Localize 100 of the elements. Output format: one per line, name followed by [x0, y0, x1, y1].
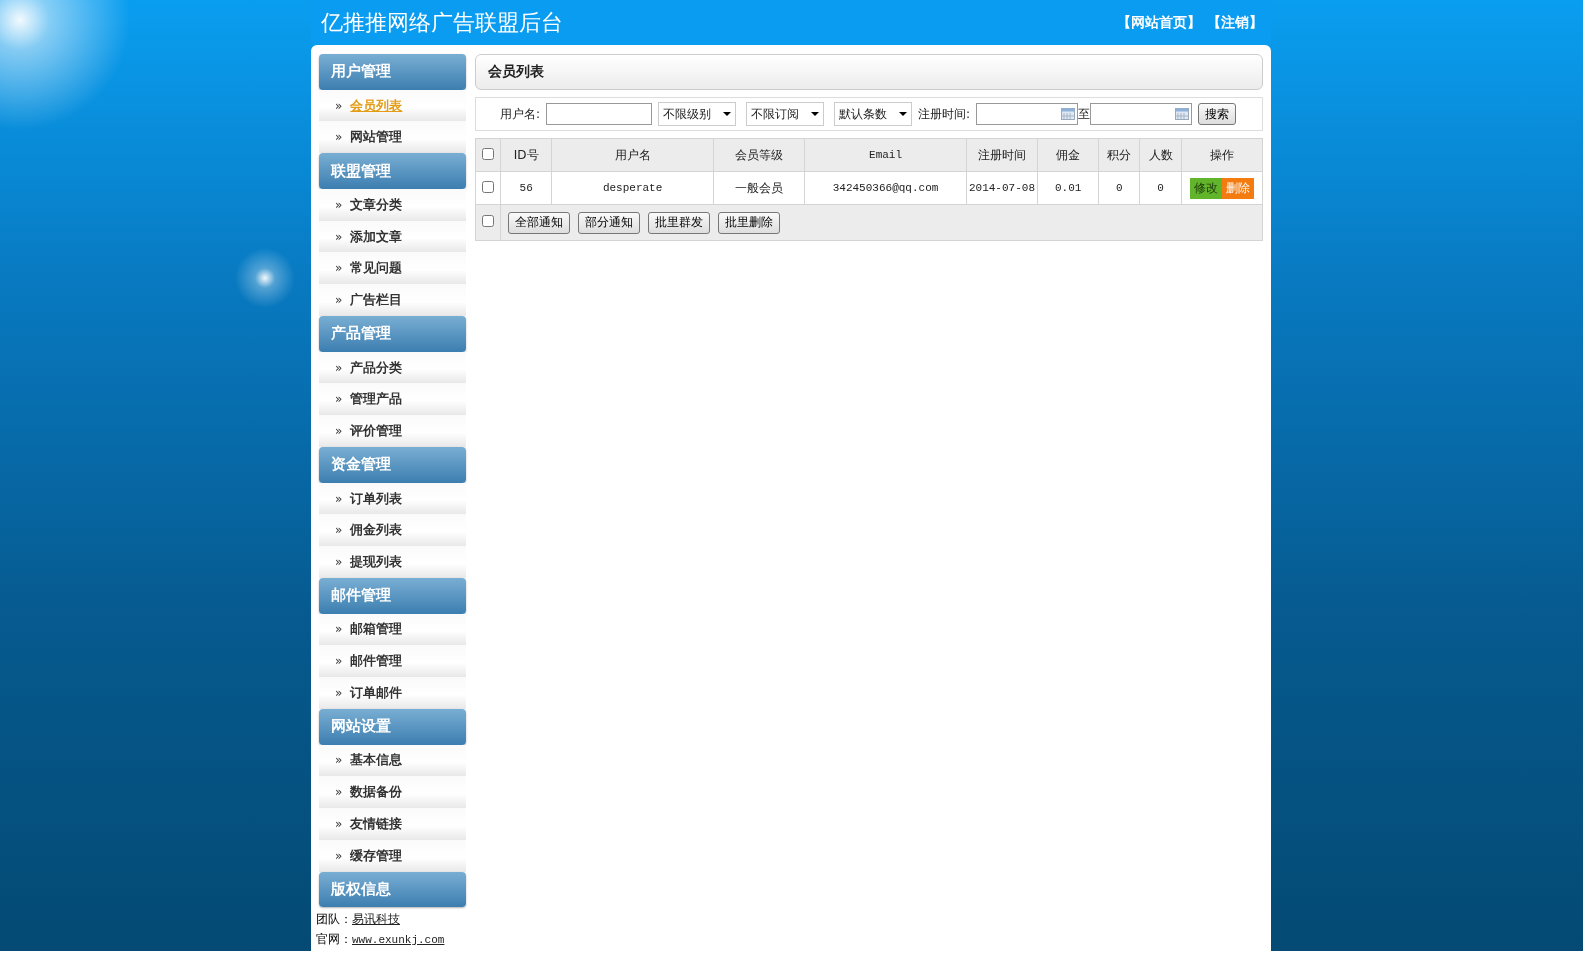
search-button[interactable]: 搜索	[1198, 103, 1237, 125]
table-cell: 0	[1098, 171, 1140, 205]
column-header: 用户名	[551, 138, 714, 172]
sidebar-item[interactable]: » 佣金列表	[319, 514, 466, 547]
sidebar-link[interactable]: 邮件管理	[350, 652, 403, 671]
table-cell: 一般会员	[713, 171, 805, 205]
bullet-mark: »	[335, 654, 343, 669]
select-all-checkbox[interactable]	[482, 147, 495, 160]
sidebar-link[interactable]: 基本信息	[350, 751, 403, 770]
sidebar-link[interactable]: 订单列表	[350, 489, 403, 508]
calendar-icon[interactable]	[1175, 108, 1190, 120]
table-cell: 2014-07-08	[966, 171, 1038, 205]
sidebar-section-header: 联盟管理	[319, 153, 466, 189]
sidebar-link[interactable]: 常见问题	[350, 259, 403, 278]
bulk-action-button[interactable]: 批里删除	[718, 211, 781, 234]
table-cell: 0.01	[1037, 171, 1099, 205]
column-header: 注册时间	[966, 138, 1038, 172]
sidebar-item[interactable]: » 会员列表	[319, 89, 466, 122]
credit-label: 团队：	[316, 911, 352, 929]
sidebar-link[interactable]: 产品分类	[350, 358, 403, 377]
sidebar-item[interactable]: » 广告栏目	[319, 284, 466, 316]
credit-link[interactable]: www.exunkj.com	[352, 934, 445, 947]
username-field[interactable]	[546, 103, 653, 125]
column-header: ID号	[500, 138, 552, 172]
dropdown[interactable]: 不限订阅	[746, 102, 825, 126]
sidebar-section-header: 用户管理	[319, 54, 466, 90]
range-label: 至	[1078, 105, 1091, 123]
bullet-mark: »	[335, 197, 343, 212]
sidebar-link[interactable]: 邮箱管理	[350, 620, 403, 639]
sidebar-item[interactable]: » 产品分类	[319, 351, 466, 384]
bulk-action-button[interactable]: 全部通知	[508, 211, 571, 234]
sidebar-link[interactable]: 网站管理	[350, 128, 403, 147]
sidebar-item[interactable]: » 订单列表	[319, 482, 466, 515]
sidebar-item[interactable]: » 添加文章	[319, 220, 466, 253]
bullet-mark: »	[335, 753, 343, 768]
sidebar-section-header: 产品管理	[319, 315, 466, 352]
sidebar-item[interactable]: » 友情链接	[319, 808, 466, 840]
column-header: 积分	[1098, 138, 1140, 172]
table-cell: 342450366@qq.com	[804, 171, 967, 205]
sidebar-link[interactable]: 订单邮件	[350, 683, 403, 702]
column-header: Email	[804, 138, 967, 172]
table-cell: desperate	[551, 171, 714, 205]
bulk-action-button[interactable]: 部分通知	[578, 211, 641, 234]
bullet-mark: »	[335, 360, 343, 375]
column-header: 人数	[1140, 138, 1182, 172]
date-field[interactable]	[976, 103, 1079, 125]
sidebar-section-header: 资金管理	[319, 446, 466, 483]
sidebar-item[interactable]: » 邮件管理	[319, 645, 466, 678]
sidebar-link[interactable]: 文章分类	[350, 195, 403, 214]
bullet-mark: »	[335, 392, 343, 407]
bullet-mark: »	[335, 785, 343, 800]
bullet-mark: »	[335, 523, 343, 538]
dropdown[interactable]: 不限级别	[658, 102, 737, 126]
bullet-mark: »	[335, 98, 343, 113]
sidebar-item[interactable]: » 文章分类	[319, 188, 466, 221]
sidebar-item[interactable]: » 常见问题	[319, 252, 466, 285]
sidebar-item[interactable]: » 订单邮件	[319, 677, 466, 709]
bullet-mark: »	[335, 293, 343, 308]
sidebar-link[interactable]: 添加文章	[350, 227, 403, 246]
bullet-mark: »	[335, 491, 343, 506]
bullet-mark: »	[335, 130, 343, 145]
sidebar-item[interactable]: » 邮箱管理	[319, 613, 466, 646]
sidebar-item[interactable]: » 数据备份	[319, 776, 466, 809]
column-header: 会员等级	[713, 138, 805, 172]
sidebar-item[interactable]: » 提现列表	[319, 546, 466, 578]
sidebar-item[interactable]: » 基本信息	[319, 744, 466, 777]
row-checkbox[interactable]	[482, 180, 495, 193]
sidebar-section-header: 版权信息	[319, 871, 466, 908]
edit-button[interactable]: 修改	[1189, 177, 1222, 199]
sidebar-link[interactable]: 评价管理	[350, 422, 403, 441]
table-cell: 56	[500, 171, 552, 205]
sidebar-link[interactable]: 友情链接	[350, 814, 403, 833]
dropdown[interactable]: 默认条数	[834, 102, 913, 126]
field-label: 用户名:	[500, 105, 541, 123]
bullet-mark: »	[335, 685, 343, 700]
sidebar-section-header: 邮件管理	[319, 577, 466, 614]
sidebar-section-header: 网站设置	[319, 708, 466, 745]
sidebar-item[interactable]: » 评价管理	[319, 415, 466, 447]
bullet-mark: »	[335, 622, 343, 637]
bullet-mark: »	[335, 555, 343, 569]
sidebar-item[interactable]: » 网站管理	[319, 121, 466, 154]
sidebar-link[interactable]: 数据备份	[350, 783, 403, 802]
sidebar-link[interactable]: 广告栏目	[350, 291, 403, 310]
sidebar-link[interactable]: 缓存管理	[350, 846, 403, 865]
sidebar-link[interactable]: 提现列表	[350, 553, 403, 571]
sidebar-link[interactable]: 佣金列表	[350, 521, 403, 540]
bullet-mark: »	[335, 261, 343, 276]
bullet-mark: »	[335, 424, 343, 439]
sidebar-item[interactable]: » 缓存管理	[319, 839, 466, 872]
footer-checkbox[interactable]	[482, 215, 495, 227]
date-field[interactable]	[1090, 103, 1193, 125]
sidebar-link[interactable]: 管理产品	[350, 390, 403, 409]
panel-title: 会员列表	[475, 54, 1263, 90]
column-header: 佣金	[1037, 138, 1099, 172]
table-cell: 0	[1140, 171, 1182, 205]
credit-link[interactable]: 易讯科技	[352, 911, 400, 929]
bullet-mark: »	[335, 229, 343, 244]
sidebar-item[interactable]: » 管理产品	[319, 383, 466, 416]
calendar-icon[interactable]	[1061, 108, 1076, 120]
bulk-action-button[interactable]: 批里群发	[648, 211, 711, 234]
